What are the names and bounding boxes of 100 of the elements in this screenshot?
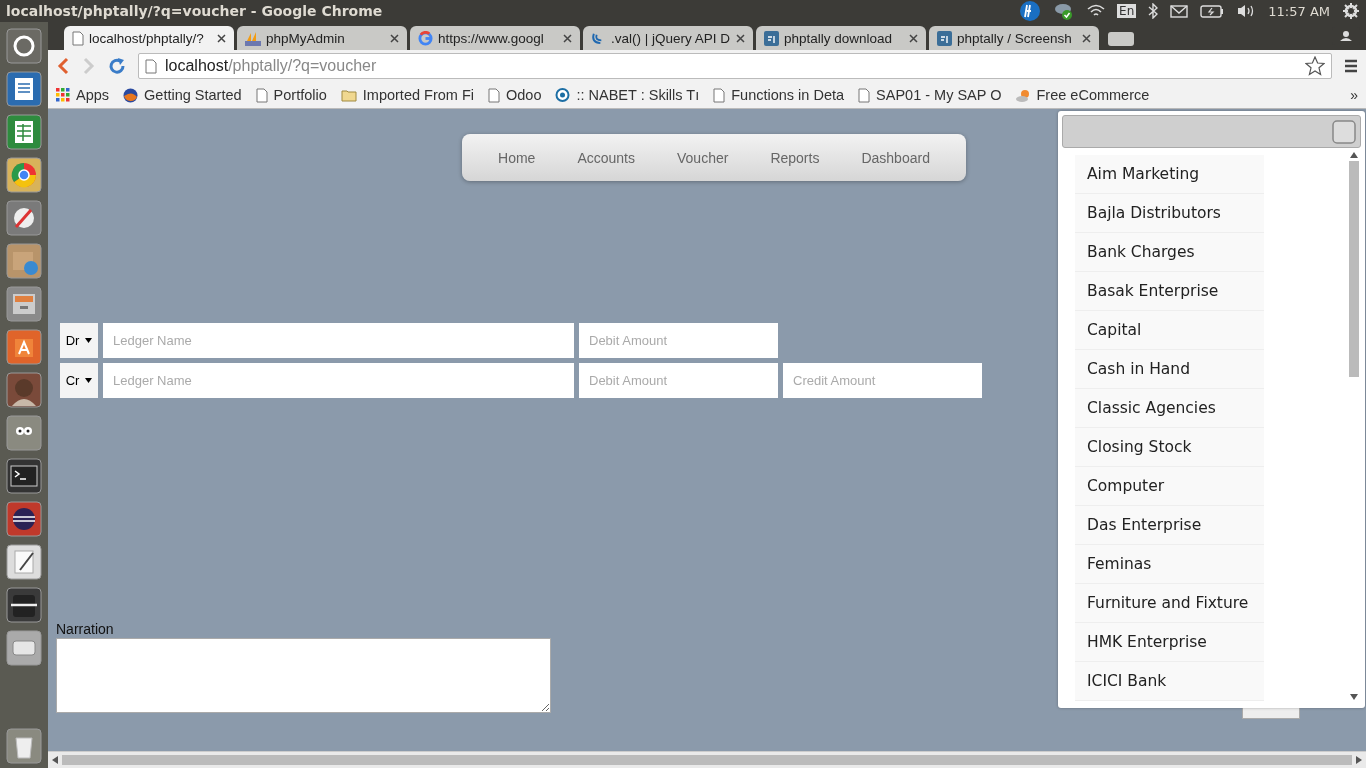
nav-link[interactable]: Dashboard [861, 149, 930, 166]
browser-tab[interactable]: phptally download [756, 26, 926, 50]
dropdown-option[interactable]: Closing Stock [1075, 428, 1264, 467]
close-icon[interactable] [909, 33, 918, 43]
window-title: localhost/phptally/?q=voucher - Google Chrome [6, 3, 384, 19]
browser-tab[interactable]: localhost/phptally/? [64, 26, 234, 50]
shopping-bag-icon[interactable] [6, 329, 42, 365]
bookmark[interactable]: Free eCommerce [1015, 87, 1150, 103]
bookmark[interactable]: :: NABET : Skills Tı [555, 87, 700, 103]
browser-tab[interactable]: .val() | jQuery API D [583, 26, 753, 50]
bookmark[interactable]: Functions in Deta [713, 87, 845, 103]
folder-icon [340, 88, 357, 102]
caret-icon [85, 378, 93, 383]
sf-badge-icon [937, 30, 952, 46]
text-editor-icon[interactable] [6, 544, 42, 580]
terminal-icon[interactable] [6, 458, 42, 494]
dropdown-option[interactable]: Aim Marketing [1075, 155, 1264, 194]
page-icon [145, 58, 157, 74]
caret-icon [85, 338, 93, 343]
google-g-icon [418, 30, 433, 46]
nav-link[interactable]: Home [498, 149, 536, 166]
close-icon[interactable] [217, 33, 226, 43]
battery-icon[interactable] [1200, 4, 1225, 18]
dropdown-option[interactable]: Feminas [1075, 545, 1264, 584]
amount-field[interactable]: Debit Amount [579, 363, 778, 398]
dropdown-option[interactable]: Bank Charges [1075, 233, 1264, 272]
bookmark[interactable]: Portfolio [255, 87, 327, 103]
page-icon [713, 87, 726, 103]
page-icon [72, 30, 84, 46]
page-icon [858, 87, 871, 103]
power-icon[interactable] [1342, 2, 1360, 20]
trash-icon[interactable] [6, 728, 42, 764]
sails-icon [245, 30, 261, 46]
side-select[interactable]: Dr [60, 323, 98, 358]
bookmark[interactable]: Odoo [488, 87, 542, 103]
bookmark[interactable]: Apps [56, 87, 110, 103]
close-icon[interactable] [736, 33, 745, 43]
back-icon[interactable] [56, 57, 70, 75]
close-icon[interactable] [390, 33, 399, 43]
dropdown-option[interactable]: Classic Agencies [1075, 389, 1264, 428]
dropdown-option[interactable]: Cash in Hand [1075, 350, 1264, 389]
reload-icon[interactable] [108, 57, 126, 75]
browser-icon[interactable] [6, 157, 42, 193]
file-cabinet-icon[interactable] [6, 286, 42, 322]
nav-link[interactable]: Reports [770, 149, 820, 166]
browser-tab[interactable]: phpMyAdmin [237, 26, 407, 50]
dropdown-option[interactable]: Bajla Distributors [1075, 194, 1264, 233]
bookmark[interactable]: SAP01 - My SAP O [858, 87, 1002, 103]
narration-label: Narration [56, 620, 115, 638]
ledger-name-field[interactable]: Ledger Name [103, 323, 574, 358]
photo-icon[interactable] [6, 372, 42, 408]
address-bar[interactable]: localhost/phptally/?q=voucher [138, 53, 1332, 79]
close-icon[interactable] [1082, 33, 1091, 43]
narration-field[interactable] [56, 638, 551, 713]
globe-icon [555, 87, 571, 103]
page-icon [488, 87, 500, 103]
dropdown-option[interactable]: Das Enterprise [1075, 506, 1264, 545]
sf-badge-icon [764, 30, 779, 46]
scrollbar[interactable] [48, 751, 1366, 768]
amount-field[interactable]: Debit Amount [579, 323, 778, 358]
menu-icon[interactable] [1344, 59, 1358, 73]
spreadsheet-icon[interactable] [6, 114, 42, 150]
browser-tab[interactable]: https://www.googl [410, 26, 580, 50]
dropdown-option[interactable]: ICICI Bank [1075, 662, 1264, 701]
scroll-right-icon[interactable] [1356, 756, 1362, 764]
nav-link[interactable]: Voucher [677, 149, 729, 166]
dropdown-option[interactable]: Capital [1075, 311, 1264, 350]
dropdown-search-field[interactable] [1062, 115, 1361, 148]
amount-field[interactable]: Credit Amount [783, 363, 982, 398]
ubuntu-logo-icon[interactable] [6, 28, 42, 64]
document-icon[interactable] [6, 71, 42, 107]
grid-icon [56, 88, 70, 102]
nav-link[interactable]: Accounts [577, 149, 635, 166]
bookmark[interactable]: Imported From Fi [340, 87, 474, 103]
more-bookmarks-button[interactable]: » [1350, 87, 1358, 103]
side-select[interactable]: Cr [60, 363, 98, 398]
scroll-up-icon[interactable] [1350, 152, 1358, 158]
dropdown-option[interactable]: Computer [1075, 467, 1264, 506]
package-icon[interactable] [6, 243, 42, 279]
ledger-name-field[interactable]: Ledger Name [103, 363, 574, 398]
close-icon[interactable] [563, 33, 572, 43]
flower-icon [1015, 87, 1031, 103]
scroll-left-icon[interactable] [52, 756, 58, 764]
dropdown-option[interactable]: Basak Enterprise [1075, 272, 1264, 311]
clock[interactable]: 11:57 AM [1268, 3, 1330, 19]
star-icon[interactable] [1305, 56, 1325, 76]
dropdown-option[interactable]: Furniture and Fixture [1075, 584, 1264, 623]
wifi-icon[interactable] [1087, 4, 1106, 18]
mascot-icon[interactable] [6, 415, 42, 451]
square-icon [1332, 119, 1356, 144]
bookmark[interactable]: Getting Started [123, 87, 242, 103]
mail-icon[interactable] [1170, 4, 1189, 18]
scroll-down-icon[interactable] [1350, 694, 1358, 700]
drawer-icon[interactable] [6, 587, 42, 623]
dropdown-option[interactable]: HMK Enterprise [1075, 623, 1264, 662]
page-icon [255, 87, 268, 103]
fox-globe-icon [123, 87, 139, 103]
bluetooth-icon[interactable] [1148, 3, 1159, 19]
keyboard-layout-indicator[interactable]: En [1117, 4, 1137, 18]
browser-tab[interactable]: phptally / Screensh [929, 26, 1099, 50]
